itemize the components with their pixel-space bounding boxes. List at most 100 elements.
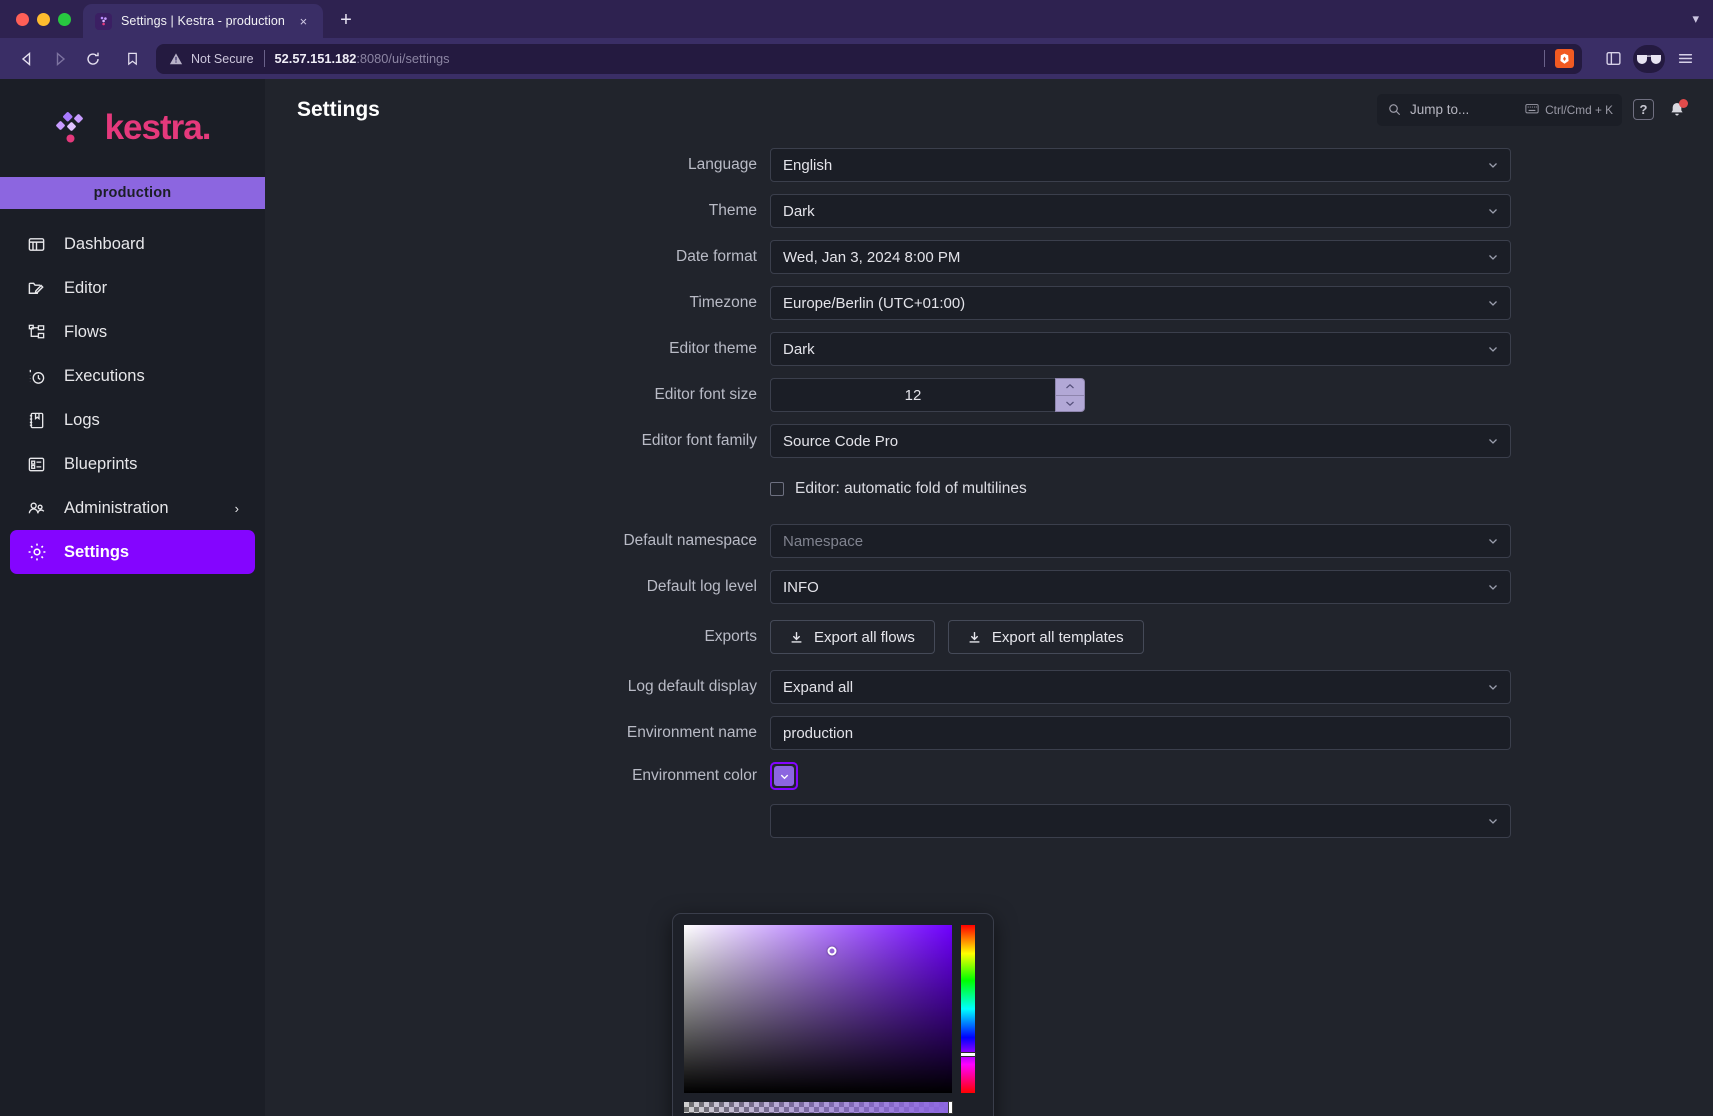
tabstrip-right: ▾ <box>1692 0 1713 38</box>
saturation-value-area[interactable] <box>684 925 952 1093</box>
back-arrow-icon[interactable] <box>12 44 42 74</box>
kestra-logo[interactable]: kestra. <box>0 79 265 177</box>
export-all-flows-button[interactable]: Export all flows <box>770 620 935 654</box>
browser-tab[interactable]: Settings | Kestra - production × <box>83 4 323 38</box>
forward-arrow-icon[interactable] <box>45 44 75 74</box>
sidebar-item-logs[interactable]: Logs <box>10 398 255 442</box>
kestra-logo-text: kestra. <box>105 108 211 148</box>
row-field: English <box>770 148 1511 182</box>
sidebar-item-blueprints[interactable]: Blueprints <box>10 442 255 486</box>
language-select[interactable]: English <box>770 148 1511 182</box>
export-buttons: Export all flows Export all templates <box>770 620 1511 654</box>
chevron-down-icon <box>1487 251 1499 263</box>
logo-word: kestra <box>105 108 202 147</box>
saturation-value-cursor[interactable] <box>828 947 837 956</box>
environment-color-swatch-button[interactable] <box>770 762 798 790</box>
toolbar-right <box>1597 44 1701 74</box>
editor-font-family-select[interactable]: Source Code Pro <box>770 424 1511 458</box>
window-zoom-button[interactable] <box>58 13 71 26</box>
stepper-up-icon[interactable] <box>1055 378 1085 395</box>
sidebar-item-label: Flows <box>64 323 107 342</box>
close-icon[interactable]: × <box>294 12 313 31</box>
window-traffic-lights <box>10 0 83 38</box>
sidebar-panel-icon[interactable] <box>1597 44 1629 74</box>
color-picker-popover[interactable]: rgba(142, 102, 224, 1) Clear OK <box>672 913 994 1116</box>
sidebar-item-executions[interactable]: Executions <box>10 354 255 398</box>
default-namespace-select[interactable]: Namespace <box>770 524 1511 558</box>
chevron-down-icon <box>1487 435 1499 447</box>
sidebar-item-label: Dashboard <box>64 235 145 254</box>
alpha-slider[interactable] <box>684 1102 952 1113</box>
jump-to-search[interactable]: Jump to... Ctrl/Cmd + K <box>1377 94 1622 126</box>
auto-fold-checkbox[interactable] <box>770 482 784 496</box>
executions-clock-icon <box>26 366 47 387</box>
help-button[interactable]: ? <box>1633 99 1654 120</box>
default-log-level-select[interactable]: INFO <box>770 570 1511 604</box>
hue-slider-handle[interactable] <box>960 1052 976 1057</box>
chevron-right-icon[interactable]: › <box>235 501 239 516</box>
alpha-slider-handle[interactable] <box>948 1101 953 1114</box>
sidebar-item-editor[interactable]: Editor <box>10 266 255 310</box>
row-label: Date format <box>265 248 770 266</box>
auto-fold-checkbox-row[interactable]: Editor: automatic fold of multilines <box>770 480 1511 498</box>
date-format-select[interactable]: Wed, Jan 3, 2024 8:00 PM <box>770 240 1511 274</box>
notification-bell-icon[interactable] <box>1665 98 1689 122</box>
color-picker-top <box>684 925 982 1093</box>
kestra-app: kestra. production Dashboard <box>0 79 1713 1116</box>
hamburger-menu-icon[interactable] <box>1669 44 1701 74</box>
blueprints-icon <box>26 454 47 475</box>
settings-form: Language English Theme D <box>265 140 1713 1116</box>
warning-triangle-icon <box>169 52 183 66</box>
chevron-down-icon <box>1487 681 1499 693</box>
editor-theme-select[interactable]: Dark <box>770 332 1511 366</box>
setting-row-log-default-display: Log default display Expand all <box>265 670 1713 704</box>
export-all-templates-button[interactable]: Export all templates <box>948 620 1144 654</box>
stepper-down-icon[interactable] <box>1055 395 1085 413</box>
timezone-value: Europe/Berlin (UTC+01:00) <box>783 295 965 312</box>
setting-row-date-format: Date format Wed, Jan 3, 2024 8:00 PM <box>265 240 1713 274</box>
log-default-display-select[interactable]: Expand all <box>770 670 1511 704</box>
theme-select[interactable]: Dark <box>770 194 1511 228</box>
reload-icon[interactable] <box>78 44 108 74</box>
default-log-level-value: INFO <box>783 579 819 596</box>
sidebar-item-flows[interactable]: Flows <box>10 310 255 354</box>
alpha-gradient <box>684 1102 952 1113</box>
sidebar-item-dashboard[interactable]: Dashboard <box>10 222 255 266</box>
setting-row-default-log-level: Default log level INFO <box>265 570 1713 604</box>
chevron-down-icon <box>1487 535 1499 547</box>
editor-font-size-input[interactable]: 12 <box>770 378 1055 412</box>
chevron-down-icon[interactable]: ▾ <box>1692 11 1699 27</box>
timezone-select[interactable]: Europe/Berlin (UTC+01:00) <box>770 286 1511 320</box>
setting-row-default-namespace: Default namespace Namespace <box>265 524 1713 558</box>
new-tab-button[interactable]: + <box>331 5 361 35</box>
page-header: Settings Jump to... <box>265 79 1713 140</box>
chevron-down-icon <box>1487 581 1499 593</box>
brave-shields-icon[interactable] <box>1633 44 1665 74</box>
environment-name-input[interactable]: production <box>770 716 1511 750</box>
row-label: Environment color <box>265 767 770 785</box>
address-bar[interactable]: Not Secure 52.57.151.182:8080/ui/setting… <box>156 44 1582 74</box>
window-minimize-button[interactable] <box>37 13 50 26</box>
sidebar: kestra. production Dashboard <box>0 79 265 1116</box>
auto-fold-label: Editor: automatic fold of multilines <box>795 480 1027 498</box>
url-host: 52.57.151.182 <box>275 51 357 66</box>
brave-shields-pill[interactable] <box>1633 45 1665 73</box>
environment-badge: production <box>0 177 265 209</box>
editor-theme-value: Dark <box>783 341 815 358</box>
sidebar-item-settings[interactable]: Settings <box>10 530 255 574</box>
setting-row-auto-fold: Editor: automatic fold of multilines <box>265 480 1713 498</box>
brave-lion-icon[interactable] <box>1555 49 1574 68</box>
chevron-down-icon <box>1487 815 1499 827</box>
gear-icon <box>26 542 47 563</box>
row-label: Default namespace <box>265 532 770 550</box>
chevron-down-icon <box>1487 297 1499 309</box>
export-all-templates-label: Export all templates <box>992 629 1124 646</box>
row-label: Editor font size <box>265 386 770 404</box>
sidebar-item-administration[interactable]: Administration › <box>10 486 255 530</box>
window-close-button[interactable] <box>16 13 29 26</box>
editor-font-size-stepper[interactable]: 12 <box>770 378 1085 412</box>
hue-slider[interactable] <box>961 925 975 1093</box>
log-default-display-value: Expand all <box>783 679 853 696</box>
bookmark-icon[interactable] <box>117 44 147 74</box>
hidden-select[interactable] <box>770 804 1511 838</box>
